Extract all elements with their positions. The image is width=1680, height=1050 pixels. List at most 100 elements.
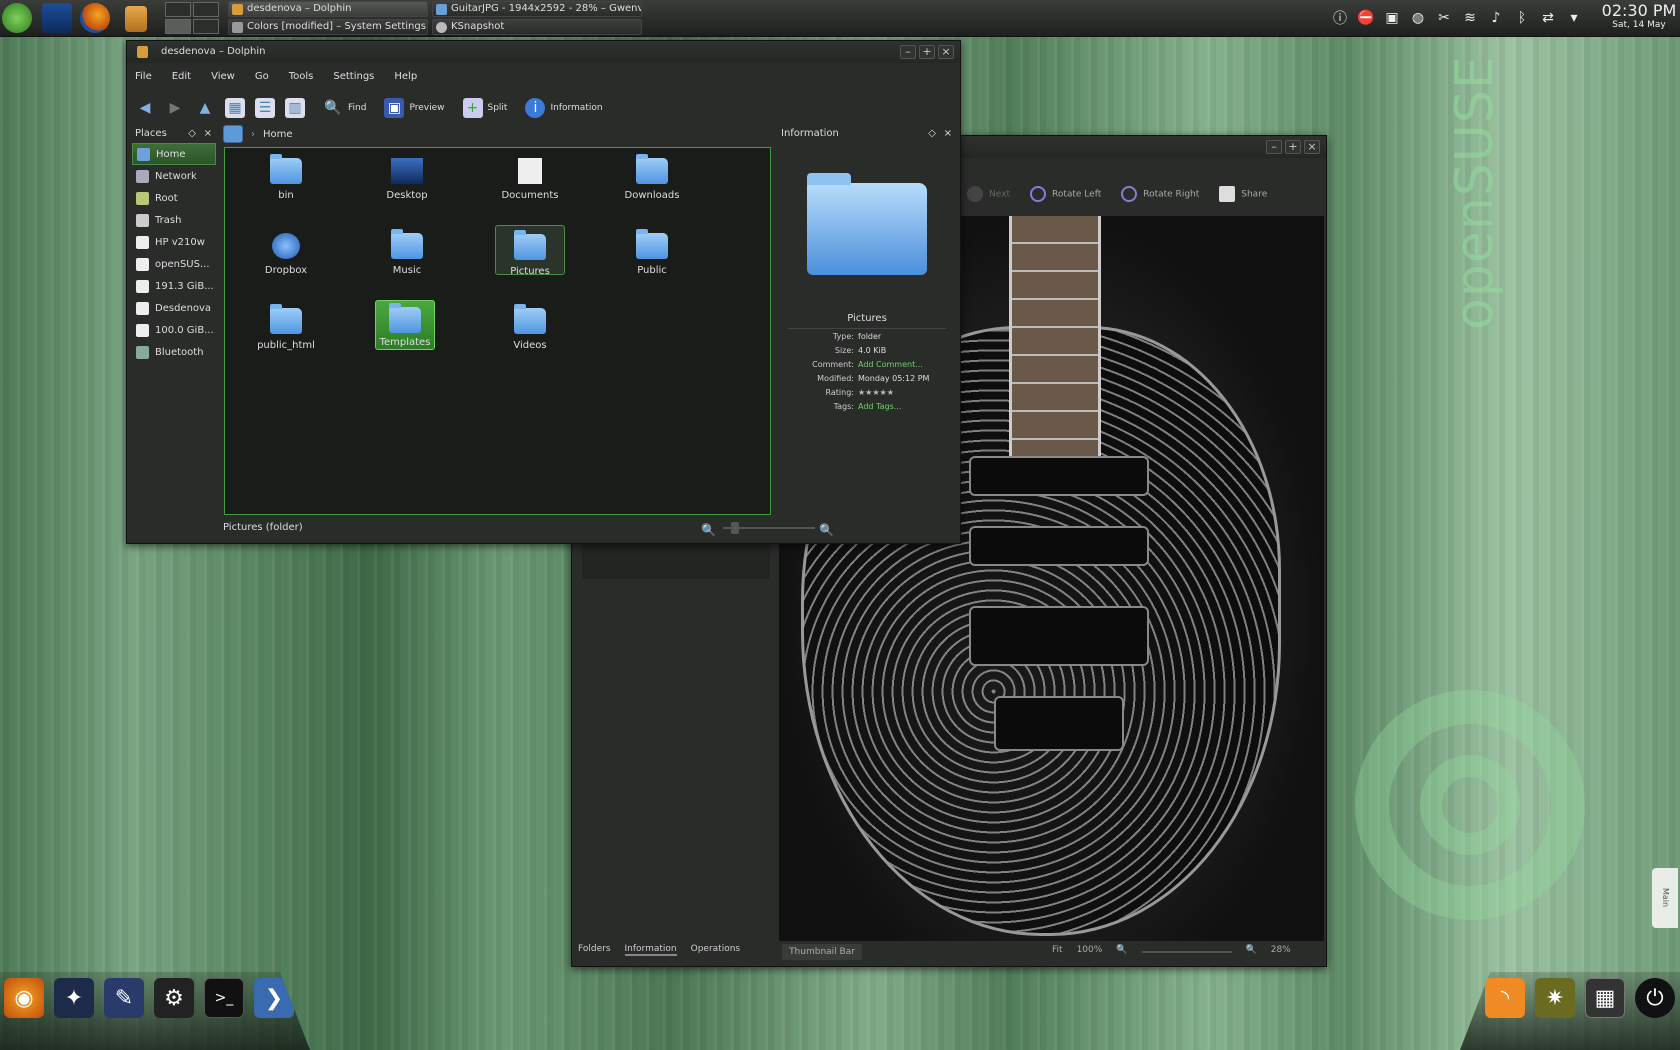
up-arrow-icon[interactable]: ▲ [195,98,215,118]
chevron-right-icon[interactable]: › [251,129,255,140]
place-opensuse[interactable]: openSUS... [132,253,216,275]
place-hp-v210w[interactable]: HP v210w [132,231,216,253]
file-templates[interactable]: Templates [375,300,435,350]
minimize-icon[interactable]: – [900,45,916,59]
rating-stars[interactable]: ★★★★★ [858,386,894,399]
file-public[interactable]: Public [617,225,687,295]
place-bluetooth[interactable]: Bluetooth [132,341,216,363]
breadcrumb-home[interactable]: Home [263,129,293,140]
information-button[interactable]: i Information [525,98,603,118]
file-downloads[interactable]: Downloads [617,150,687,220]
minimize-icon[interactable]: – [1266,140,1282,154]
file-manager-icon[interactable] [125,6,147,32]
zoom-in-icon[interactable]: 🔍 [1246,945,1257,955]
fit-button[interactable]: Fit [1052,945,1063,955]
close-icon[interactable]: × [938,45,954,59]
place-home[interactable]: Home [132,143,216,165]
digital-clock[interactable]: 02:30 PM Sat, 14 May [1600,2,1678,31]
zoom-100-button[interactable]: 100% [1077,945,1103,955]
place-root[interactable]: Root [132,187,216,209]
menu-file[interactable]: File [135,71,152,82]
task-dolphin[interactable]: desdenova – Dolphin [228,1,428,17]
main-activity-tab[interactable]: Main [1652,868,1678,928]
rotate-left-button[interactable]: Rotate Left [1029,186,1101,202]
menu-settings[interactable]: Settings [333,71,374,82]
place-100gib[interactable]: 100.0 GiB... [132,319,216,341]
icons-view-icon[interactable]: ▦ [225,98,245,118]
dolphin-titlebar[interactable]: desdenova – Dolphin – + × [127,41,960,63]
zoom-slider[interactable] [1141,945,1232,953]
file-videos[interactable]: Videos [495,300,565,370]
file-pictures[interactable]: Pictures [495,225,565,277]
desktop-4[interactable] [193,19,219,34]
file-documents[interactable]: Documents [495,150,565,220]
task-ksnapshot[interactable]: KSnapshot [432,19,642,35]
next-button[interactable]: Next [967,186,1010,202]
split-button[interactable]: + Split [462,98,507,118]
wallpaper-icon[interactable]: ✷ [1535,978,1575,1018]
close-icon[interactable]: × [944,125,952,143]
volume-icon[interactable]: ♪ [1486,8,1506,28]
zoom-out-icon[interactable]: 🔍 [701,519,716,541]
info-icon[interactable]: ⓘ [1330,8,1350,28]
float-icon[interactable]: ◇ [928,125,936,143]
desktop-1[interactable] [165,2,191,17]
pidgin-icon[interactable]: ✦ [54,978,94,1018]
thumbnail-bar-toggle[interactable]: Thumbnail Bar [782,944,862,960]
desktop-3[interactable] [165,19,191,34]
tab-folders[interactable]: Folders [578,944,611,956]
find-button[interactable]: 🔍 Find [323,98,366,118]
maximize-icon[interactable]: + [919,45,935,59]
file-dropbox[interactable]: Dropbox [251,225,321,295]
mail-icon[interactable]: ✎ [104,978,144,1018]
network-globe-icon[interactable]: ◍ [1408,8,1428,28]
file-view[interactable]: bin Desktop Documents Downloads Dropbox … [224,147,771,515]
close-icon[interactable]: × [204,125,212,143]
rotate-right-button[interactable]: Rotate Right [1121,186,1199,202]
place-191gib[interactable]: 191.3 GiB... [132,275,216,297]
columns-view-icon[interactable]: ▥ [285,98,305,118]
preview-button[interactable]: ▣ Preview [384,98,445,118]
menu-tools[interactable]: Tools [289,71,314,82]
back-arrow-icon[interactable]: ◀ [135,98,155,118]
forward-arrow-icon[interactable]: ▶ [165,98,185,118]
bluetooth-icon[interactable]: ᛒ [1512,8,1532,28]
gear-icon[interactable]: ⚙ [154,978,194,1018]
tab-information[interactable]: Information [624,944,677,956]
package-icon[interactable]: ▣ [1382,8,1402,28]
file-music[interactable]: Music [372,225,442,295]
task-gwenview[interactable]: GuitarJPG - 1944x2592 - 28% – Gwenview [432,1,642,17]
desktop-2[interactable] [193,2,219,17]
menu-view[interactable]: View [211,71,235,82]
desktop-icon[interactable] [42,3,72,33]
close-icon[interactable]: × [1304,140,1320,154]
klipper-icon[interactable]: ✂ [1434,8,1454,28]
add-tags-link[interactable]: Add Tags... [858,400,901,413]
menu-go[interactable]: Go [255,71,269,82]
tab-operations[interactable]: Operations [691,944,740,956]
update-icon[interactable]: ⛔ [1356,8,1376,28]
place-network[interactable]: Network [132,165,216,187]
home-icon[interactable] [223,125,243,143]
file-desktop[interactable]: Desktop [372,150,442,220]
details-view-icon[interactable]: ☰ [255,98,275,118]
firefox-icon[interactable]: ◉ [4,978,44,1018]
menu-help[interactable]: Help [394,71,417,82]
task-system-settings[interactable]: Colors [modified] – System Settings [228,19,428,35]
maximize-icon[interactable]: + [1285,140,1301,154]
file-bin[interactable]: bin [251,150,321,220]
power-icon[interactable]: ⏻ [1635,978,1675,1018]
rss-icon[interactable]: ◝ [1485,978,1525,1018]
file-public-html[interactable]: public_html [251,300,321,370]
add-comment-link[interactable]: Add Comment... [858,358,923,371]
menu-edit[interactable]: Edit [172,71,191,82]
terminal-icon[interactable]: >_ [204,978,244,1018]
kickoff-menu-icon[interactable] [2,3,32,33]
wifi-icon[interactable]: ≋ [1460,8,1480,28]
pager-icon[interactable]: ▦ [1585,978,1625,1018]
place-trash[interactable]: Trash [132,209,216,231]
device-notifier-icon[interactable]: ⇄ [1538,8,1558,28]
share-button[interactable]: Share [1219,186,1267,202]
virtual-desktop-pager[interactable] [165,2,219,34]
zoom-handle[interactable] [731,522,739,534]
